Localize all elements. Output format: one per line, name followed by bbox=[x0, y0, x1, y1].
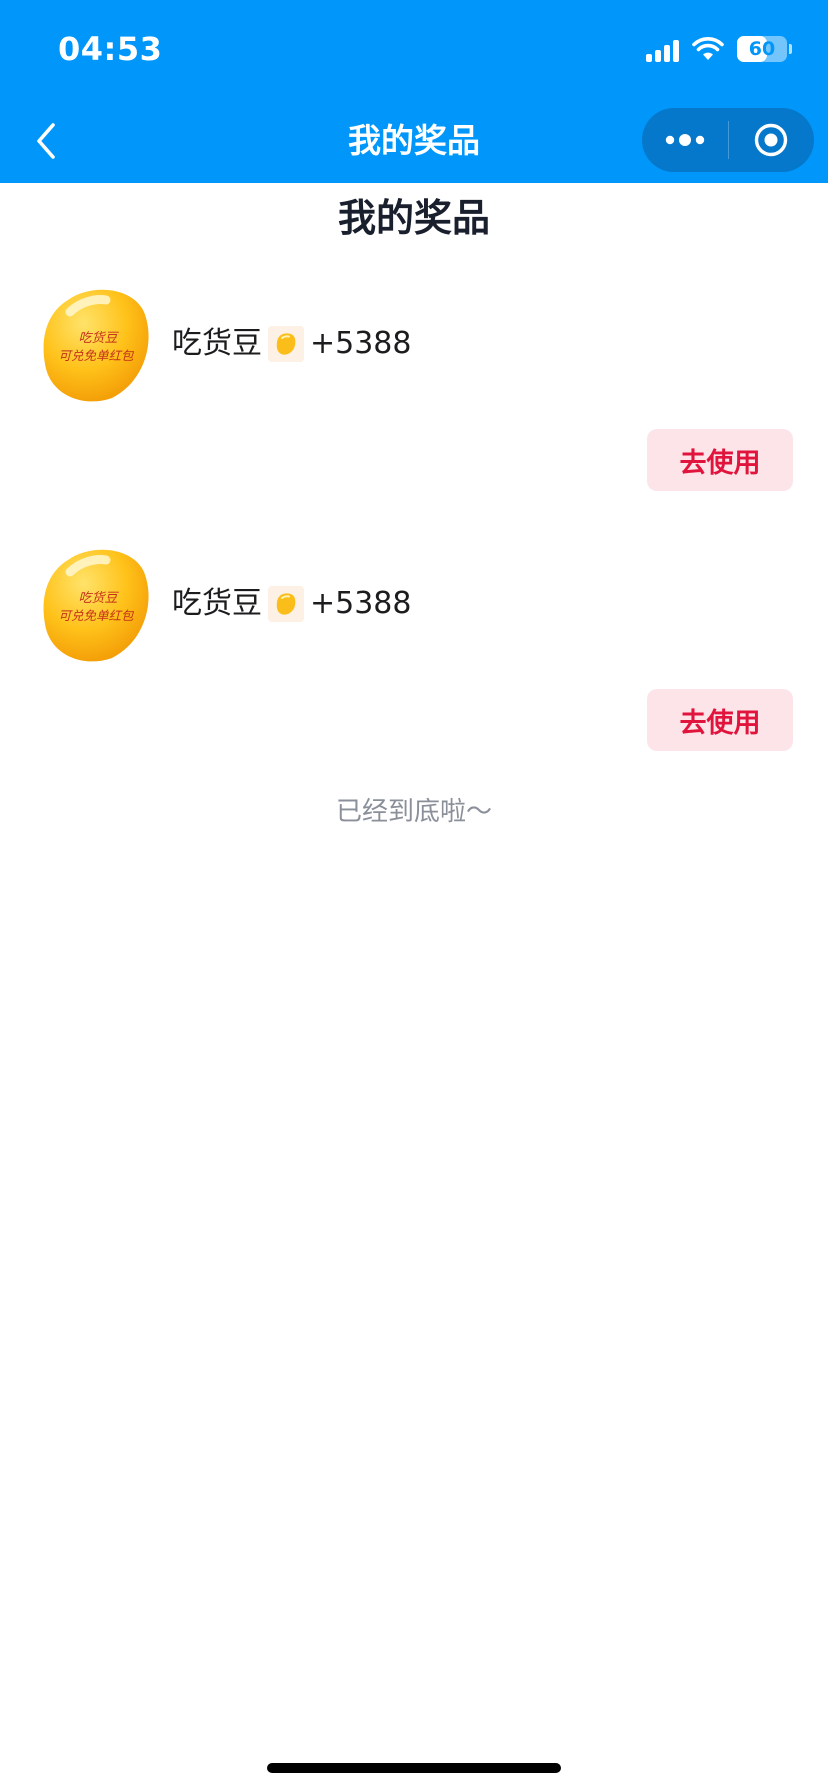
bean-thumbnail-icon: 吃货豆 可兑免单红包 bbox=[43, 549, 149, 662]
battery-nub bbox=[789, 44, 792, 54]
use-button[interactable]: 去使用 bbox=[647, 429, 793, 491]
thumb-text-line1: 吃货豆 bbox=[78, 590, 119, 605]
battery-level: 60 bbox=[748, 38, 776, 60]
prize-item: 吃货豆 可兑免单红包 吃货豆 +5388 去使用 bbox=[0, 286, 828, 516]
use-button[interactable]: 去使用 bbox=[647, 689, 793, 751]
bean-thumbnail-icon: 吃货豆 可兑免单红包 bbox=[43, 289, 149, 402]
battery-icon: 60 bbox=[737, 36, 787, 62]
prize-amount: +5388 bbox=[310, 586, 412, 621]
thumb-text-line2: 可兑免单红包 bbox=[58, 609, 135, 623]
mini-program-capsule bbox=[642, 108, 814, 172]
prize-label: 吃货豆 +5388 bbox=[172, 584, 411, 624]
bean-icon bbox=[268, 586, 304, 622]
prize-item: 吃货豆 可兑免单红包 吃货豆 +5388 去使用 bbox=[0, 546, 828, 776]
prize-name: 吃货豆 bbox=[172, 586, 262, 621]
more-dots-icon bbox=[665, 134, 704, 146]
close-miniprogram-button[interactable] bbox=[729, 108, 815, 172]
app-header: 04:53 60 我的奖品 bbox=[0, 0, 828, 183]
bean-icon bbox=[268, 326, 304, 362]
end-of-list-text: 已经到底啦～ bbox=[335, 797, 492, 827]
home-indicator[interactable] bbox=[267, 1763, 561, 1773]
prize-name: 吃货豆 bbox=[172, 326, 262, 361]
prize-label: 吃货豆 +5388 bbox=[172, 324, 411, 364]
prize-amount: +5388 bbox=[310, 326, 412, 361]
target-circle-icon bbox=[755, 123, 788, 157]
status-icons: 60 bbox=[646, 34, 792, 64]
signal-icon bbox=[646, 36, 679, 62]
thumb-text-line2: 可兑免单红包 bbox=[58, 349, 135, 363]
wifi-icon bbox=[692, 37, 724, 60]
page-title: 我的奖品 bbox=[337, 196, 490, 240]
status-time: 04:53 bbox=[58, 30, 163, 68]
thumb-text-line1: 吃货豆 bbox=[78, 330, 119, 345]
more-button[interactable] bbox=[642, 108, 728, 172]
